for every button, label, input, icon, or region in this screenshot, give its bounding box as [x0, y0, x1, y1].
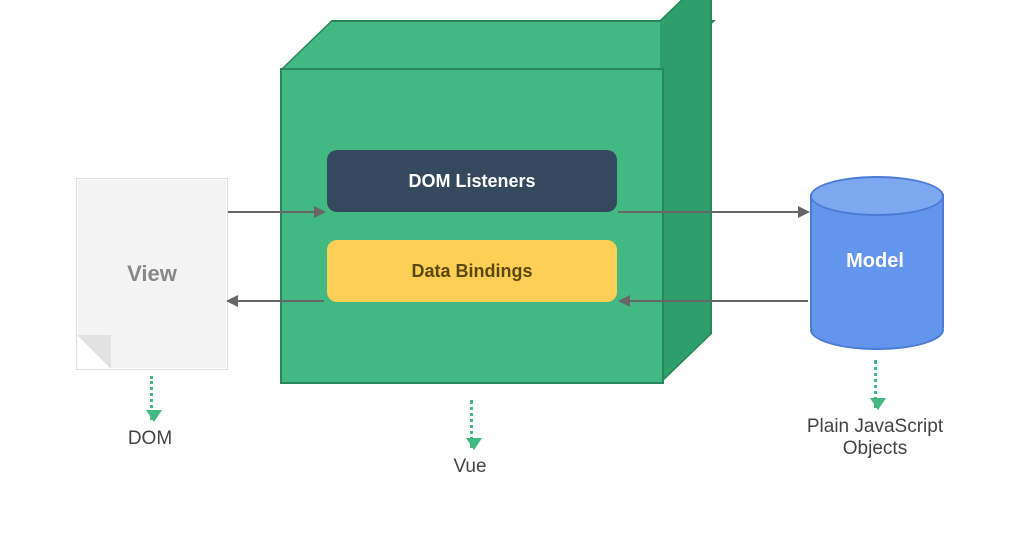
cube-top-face	[280, 20, 716, 70]
dom-listeners-pill: DOM Listeners	[327, 150, 617, 212]
leader-vm	[470, 400, 473, 448]
data-bindings-pill: Data Bindings	[327, 240, 617, 302]
view-label: View	[127, 261, 177, 287]
model-label: Model	[810, 176, 940, 346]
caption-view: DOM	[110, 428, 190, 450]
view-box: View	[76, 178, 228, 370]
cube-side-face	[660, 0, 712, 384]
caption-vm: Vue	[430, 456, 510, 478]
model-cylinder: Model	[810, 176, 940, 346]
cube-front-face: DOM Listeners Data Bindings	[280, 68, 664, 384]
arrow-model-to-vm	[620, 300, 808, 302]
viewmodel-box: ViewModel DOM Listeners Data Bindings	[280, 68, 710, 428]
caption-model: Plain JavaScript Objects	[790, 416, 960, 460]
leader-model	[874, 360, 877, 408]
arrow-view-to-vm	[228, 211, 324, 213]
arrow-vm-to-view	[228, 300, 324, 302]
viewmodel-title: ViewModel	[307, 0, 714, 14]
mvvm-diagram: View ViewModel DOM Listeners Data Bindin…	[0, 0, 1024, 544]
arrow-vm-to-model	[618, 211, 808, 213]
leader-view	[150, 376, 153, 420]
